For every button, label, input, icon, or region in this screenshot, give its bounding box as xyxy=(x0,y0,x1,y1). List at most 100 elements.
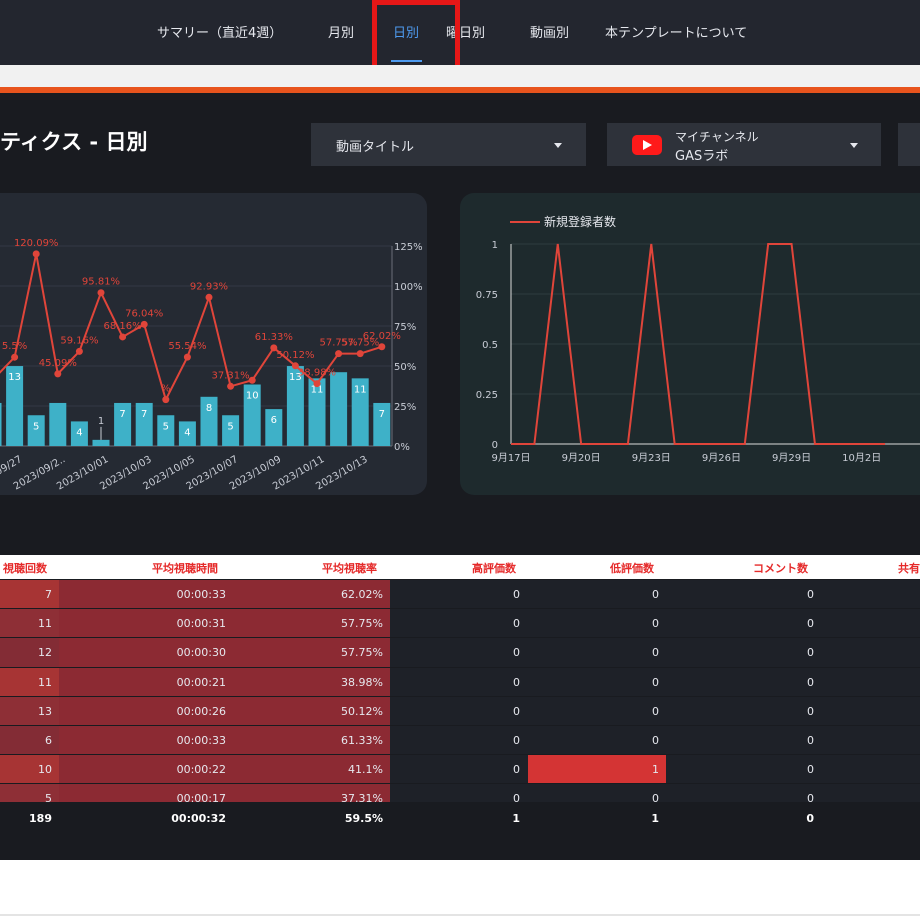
rate-point xyxy=(75,347,83,355)
total-cell: 0 xyxy=(806,811,814,825)
extra-dropdown[interactable] xyxy=(898,123,920,166)
table-cell: 0 xyxy=(513,588,520,601)
table-cell: 0 xyxy=(652,588,659,601)
footer-divider xyxy=(0,914,920,916)
table-cell: 0 xyxy=(652,675,659,689)
table-cell: 5 xyxy=(45,792,52,803)
table-cell: 1 xyxy=(652,763,659,777)
table-cell: 00:00:22 xyxy=(176,763,226,777)
table-cell: 62.02% xyxy=(341,588,383,601)
y-right-tick-label: 100% xyxy=(394,282,423,293)
bar xyxy=(330,372,348,446)
top-nav: サマリー（直近4週） 月別 日別 曜日別 動画別 本テンプレートについて xyxy=(0,0,920,65)
rate-value-label: 55.54% xyxy=(168,341,206,352)
table-cell: 0 xyxy=(807,763,814,777)
table-row[interactable]: 12 00:00:30 57.75% 0 0 0 xyxy=(0,638,920,667)
rate-value-label: 59.16% xyxy=(60,335,98,346)
x-tick-label: 9月23日 xyxy=(632,452,671,464)
table-row[interactable]: 10 00:00:22 41.1% 0 1 0 xyxy=(0,755,920,784)
tab-about-template[interactable]: 本テンプレートについて xyxy=(605,22,747,41)
bar-value-label: 5 xyxy=(33,421,39,432)
bar-value-label: 8 xyxy=(206,403,212,414)
table-cell: 00:00:21 xyxy=(176,675,226,689)
rate-point xyxy=(378,343,386,351)
table-row[interactable]: 6 00:00:33 61.33% 0 0 0 xyxy=(0,726,920,755)
y-tick-label: 1 xyxy=(492,240,498,251)
bar-value-label: 7 xyxy=(379,409,385,420)
table-cell: 0 xyxy=(652,734,659,747)
rate-point xyxy=(183,353,191,361)
table-cell: 0 xyxy=(513,792,520,803)
x-tick-label: 9月20日 xyxy=(562,452,601,464)
header-avg-watch-time[interactable]: 平均視聴時間 xyxy=(152,560,218,576)
table-cell: 0 xyxy=(807,588,814,601)
rate-point xyxy=(32,250,40,258)
rate-point xyxy=(248,376,256,384)
bar xyxy=(0,402,2,446)
header-shares[interactable]: 共有 xyxy=(898,560,920,576)
table-cell: 00:00:33 xyxy=(176,588,226,601)
header-dislikes[interactable]: 低評価数 xyxy=(610,560,654,576)
channel-dropdown-line2: GASラボ xyxy=(675,149,729,164)
table-cell: 0 xyxy=(513,734,520,747)
video-title-dropdown[interactable]: 動画タイトル xyxy=(311,123,586,166)
tab-summary[interactable]: サマリー（直近4週） xyxy=(157,22,282,41)
rate-point xyxy=(313,380,321,388)
views-rate-chart-card: 0% 25% 50% 75% 100% 125% 13 5 4 1 7 7 5 4 8 5 10 6 13 11 11 7… xyxy=(0,193,427,495)
bar-value-label: 13 xyxy=(8,372,21,383)
tab-monthly[interactable]: 月別 xyxy=(328,22,354,41)
rate-point xyxy=(54,370,62,378)
bar-value-label: 7 xyxy=(119,409,125,420)
table-cell: 57.75% xyxy=(341,617,383,631)
bar-value-label: 4 xyxy=(76,427,82,438)
channel-dropdown[interactable]: マイチャンネル GASラボ xyxy=(607,123,881,166)
table-header: 視聴回数 平均視聴時間 平均視聴率 高評価数 低評価数 コメント数 共有 xyxy=(0,555,920,579)
x-tick-label: 10月2日 xyxy=(842,452,881,464)
table-cell: 11 xyxy=(38,617,52,631)
heat-cell-highlight xyxy=(528,755,666,784)
bar xyxy=(92,439,110,446)
rate-point xyxy=(205,293,213,301)
rate-value-label: 37.31% xyxy=(212,370,250,381)
video-title-dropdown-label: 動画タイトル xyxy=(336,140,415,155)
table-row[interactable]: 5 00:00:17 37.31% 0 0 0 xyxy=(0,784,920,803)
header-avg-watch-rate[interactable]: 平均視聴率 xyxy=(322,560,377,576)
x-tick-label: 9月26日 xyxy=(702,452,741,464)
table-cell: 0 xyxy=(807,792,814,803)
table-cell: 0 xyxy=(807,704,814,718)
table-cell: 0 xyxy=(652,792,659,803)
table-row[interactable]: 11 00:00:21 38.98% 0 0 0 xyxy=(0,667,920,696)
table-row[interactable]: 11 00:00:31 57.75% 0 0 0 xyxy=(0,609,920,638)
y-tick-label: 0.75 xyxy=(476,290,498,301)
rate-point xyxy=(162,396,170,404)
table-cell: 0 xyxy=(513,763,520,777)
y-right-tick-label: 125% xyxy=(394,242,423,253)
rate-point xyxy=(227,382,235,390)
bar-value-label: 5 xyxy=(163,421,169,432)
table-cell: 0 xyxy=(807,734,814,747)
rate-value-label: 38.98% xyxy=(298,368,336,379)
header-likes[interactable]: 高評価数 xyxy=(472,560,516,576)
y-tick-label: 0.5 xyxy=(482,340,498,351)
rate-value-label: 5.5% xyxy=(2,341,27,352)
table-cell: 00:00:26 xyxy=(176,704,226,718)
table-cell: 13 xyxy=(38,704,52,718)
table-cell: 57.75% xyxy=(341,646,383,660)
table-cell: 00:00:31 xyxy=(176,617,226,631)
table-cell: 37.31% xyxy=(341,792,383,803)
table-row[interactable]: 13 00:00:26 50.12% 0 0 0 xyxy=(0,696,920,725)
table-cell: 6 xyxy=(45,734,52,747)
tab-by-video[interactable]: 動画別 xyxy=(530,22,569,41)
header-comments[interactable]: コメント数 xyxy=(753,560,808,576)
table-cell: 00:00:17 xyxy=(176,792,226,803)
table-cell: 0 xyxy=(652,617,659,631)
subscribers-chart-card: 新規登録者数 0 0.25 0.5 0.75 1 9月17日 9月20日 9月23日 9月26日 9… xyxy=(460,193,920,495)
channel-dropdown-line1: マイチャンネル xyxy=(675,130,759,144)
rate-value-label: 61.33% xyxy=(255,332,293,343)
y-tick-label: 0 xyxy=(492,440,498,451)
table-row[interactable]: 7 00:00:33 62.02% 0 0 0 xyxy=(0,580,920,609)
header-views[interactable]: 視聴回数 xyxy=(3,560,47,576)
x-tick-label: 9月29日 xyxy=(772,452,811,464)
table-cell: 11 xyxy=(38,675,52,689)
rate-point xyxy=(119,333,127,341)
